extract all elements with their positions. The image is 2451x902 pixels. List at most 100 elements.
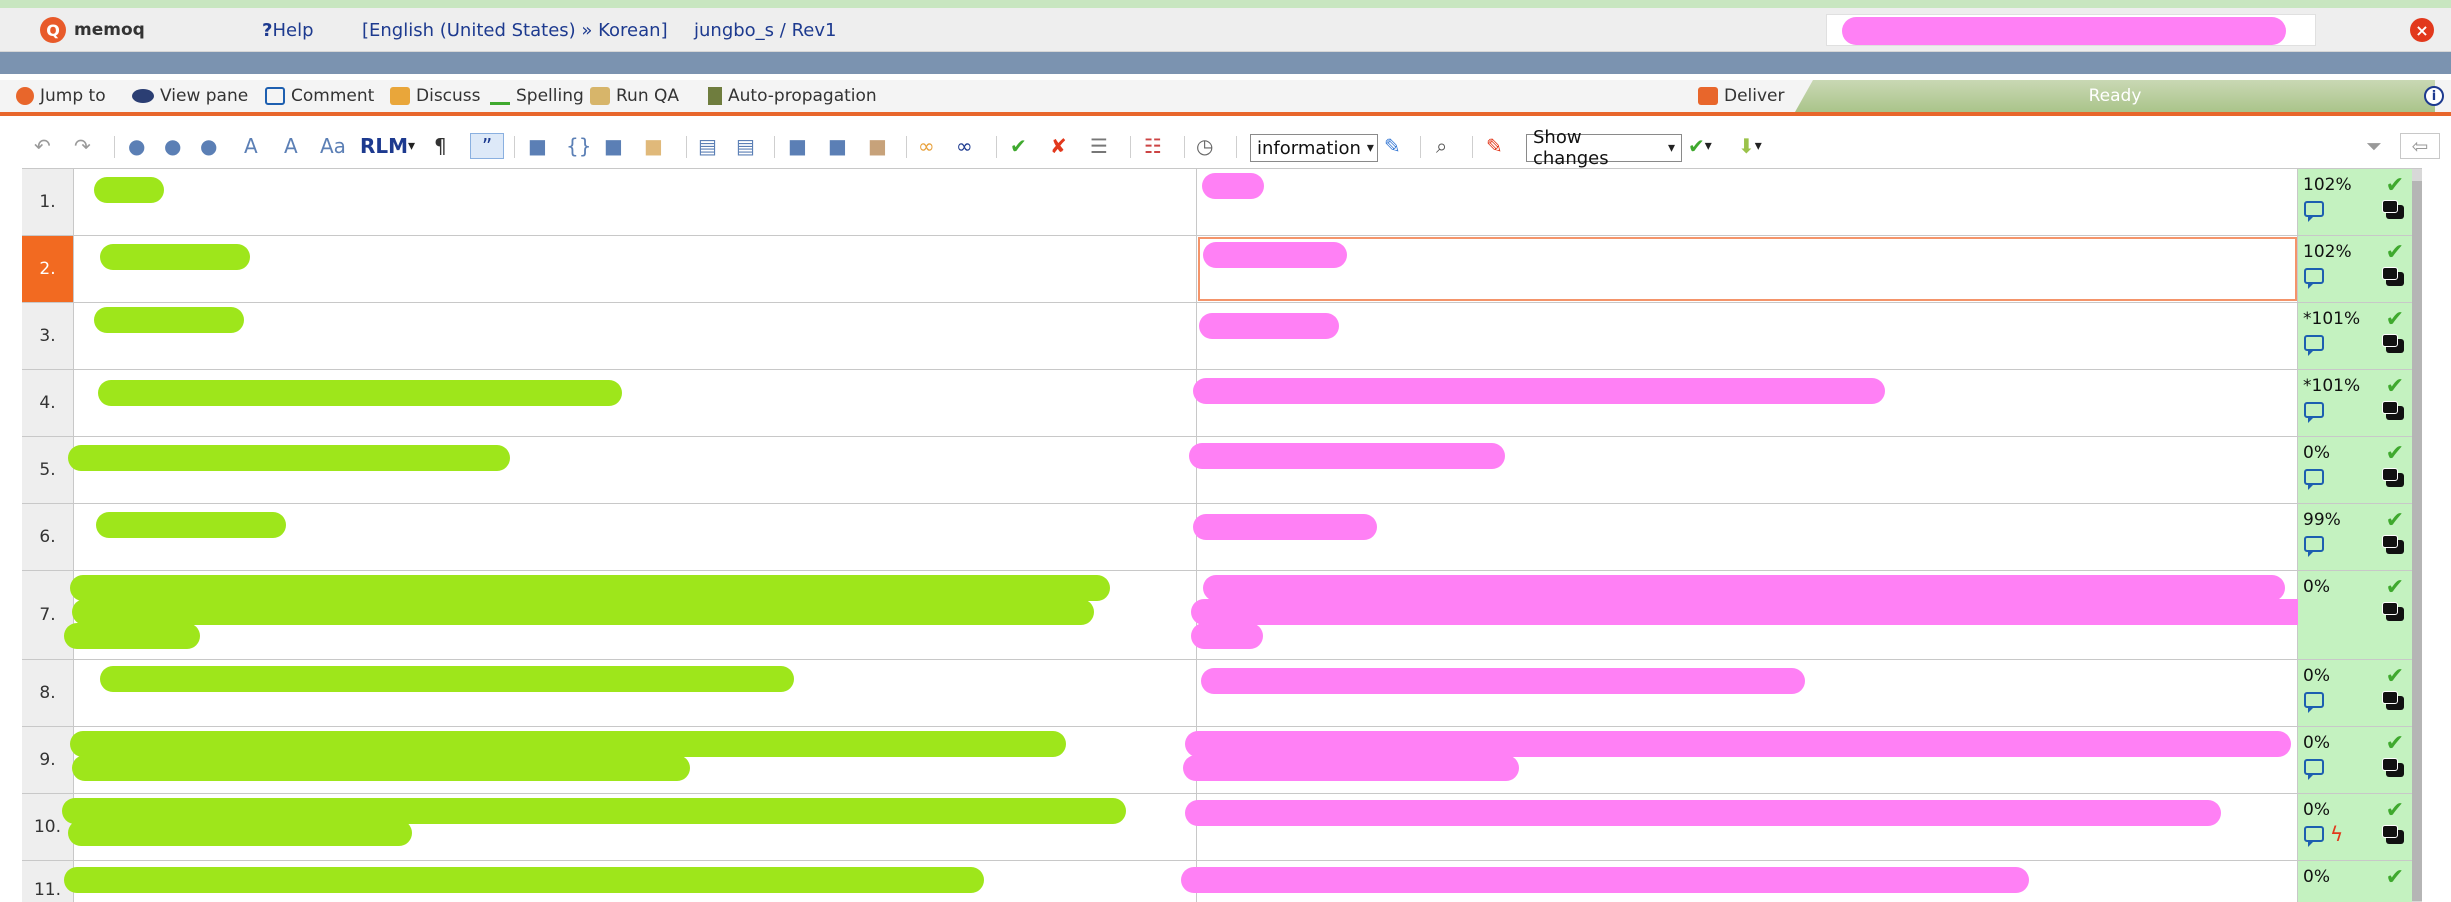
clock-document-icon[interactable]: ◷: [1196, 133, 1213, 159]
remove-tag-icon[interactable]: ■: [644, 133, 663, 159]
deliver-button[interactable]: Deliver: [1698, 86, 1785, 106]
target-cell[interactable]: [1183, 727, 2298, 793]
discussion-icon[interactable]: [2382, 758, 2404, 777]
source-cell[interactable]: [68, 437, 1197, 503]
filter-icon[interactable]: ⏷: [2366, 133, 2382, 159]
edit-document-icon[interactable]: ▤: [736, 133, 755, 159]
insert-tag-icon[interactable]: {}: [566, 133, 591, 159]
comment-icon[interactable]: [2304, 536, 2324, 557]
help-link[interactable]: ?Help: [262, 20, 314, 41]
discussion-icon[interactable]: [2382, 535, 2404, 554]
jump-to-button[interactable]: Jump to: [16, 86, 106, 106]
comment-icon[interactable]: [2304, 402, 2324, 423]
redo-icon[interactable]: ↷: [74, 133, 91, 159]
confirm-icon[interactable]: ✔: [1010, 133, 1027, 159]
case-icon[interactable]: Aa: [320, 133, 346, 159]
discussion-icon[interactable]: [2382, 825, 2404, 844]
table-row[interactable]: 10. 0% ✔ ϟ: [22, 794, 2422, 861]
underline-icon[interactable]: ●: [200, 133, 217, 159]
table-row[interactable]: 8. 0% ✔: [22, 660, 2422, 727]
show-changes-select[interactable]: Show changes ▾: [1526, 127, 1682, 169]
source-cell[interactable]: [74, 370, 1197, 436]
table-row[interactable]: 5. 0% ✔: [22, 437, 2422, 504]
source-cell[interactable]: [64, 571, 1197, 659]
table-row[interactable]: 7. 0% ✔: [22, 571, 2422, 660]
table-row[interactable]: 2. 102% ✔: [22, 236, 2422, 303]
target-cell[interactable]: [1191, 571, 2347, 659]
language-pair[interactable]: [English (United States) » Korean]: [362, 20, 668, 41]
source-cell[interactable]: [74, 303, 1197, 369]
accept-change-icon[interactable]: ✔ ▾: [1688, 133, 1712, 159]
discussion-icon[interactable]: [2382, 602, 2404, 621]
project-name[interactable]: jungbo_s / Rev1: [694, 20, 836, 41]
close-icon[interactable]: ×: [2410, 18, 2434, 42]
source-cell[interactable]: [74, 169, 1197, 235]
bold-icon[interactable]: ●: [128, 133, 145, 159]
warning-bolt-icon[interactable]: ϟ: [2330, 822, 2343, 846]
next-change-icon[interactable]: ⬇ ▾: [1738, 133, 1762, 159]
reject-icon[interactable]: ✘: [1050, 133, 1067, 159]
italic-icon[interactable]: ●: [164, 133, 181, 159]
discuss-button[interactable]: Discuss: [390, 86, 481, 106]
undo-icon[interactable]: ↶: [34, 133, 51, 159]
comment-icon[interactable]: [2304, 201, 2324, 222]
search-icon[interactable]: ⌕: [1436, 133, 1447, 159]
lock-icon[interactable]: ☰: [1090, 133, 1108, 159]
discussion-icon[interactable]: [2382, 691, 2404, 710]
discussion-icon[interactable]: [2382, 267, 2404, 286]
source-cell[interactable]: [70, 727, 1197, 793]
discussion-icon[interactable]: [2382, 401, 2404, 420]
source-cell[interactable]: [74, 504, 1197, 570]
comment-icon[interactable]: [2304, 826, 2324, 847]
copy-tag-icon[interactable]: ■: [604, 133, 623, 159]
document-icon[interactable]: ▤: [698, 133, 717, 159]
table-row[interactable]: 3. *101% ✔: [22, 303, 2422, 370]
comment-icon[interactable]: [2304, 692, 2324, 713]
comment-icon[interactable]: [2304, 268, 2324, 289]
severity-select[interactable]: information ▾: [1250, 134, 1378, 162]
comment-icon[interactable]: [2304, 335, 2324, 356]
source-cell[interactable]: [74, 236, 1197, 302]
track-changes-icon[interactable]: ✎: [1486, 133, 1503, 159]
discussion-icon[interactable]: [2382, 468, 2404, 487]
target-cell[interactable]: [1197, 236, 2298, 302]
merge-icon[interactable]: ■: [788, 133, 807, 159]
target-cell[interactable]: [1197, 169, 2298, 235]
split-icon[interactable]: ■: [828, 133, 847, 159]
discussion-icon[interactable]: [2382, 200, 2404, 219]
discussion-icon[interactable]: [2382, 334, 2404, 353]
target-cell[interactable]: [1189, 437, 2298, 503]
view-pane-button[interactable]: View pane: [132, 86, 248, 106]
quote-icon[interactable]: ”: [470, 133, 504, 159]
comment-button[interactable]: Comment: [265, 86, 374, 106]
rlm-button[interactable]: RLM ▾: [360, 133, 415, 159]
comment-icon[interactable]: [2304, 469, 2324, 490]
superscript-icon[interactable]: A: [244, 133, 258, 159]
target-cell[interactable]: [1181, 861, 2298, 902]
target-cell[interactable]: [1197, 660, 2298, 726]
link-icon[interactable]: ∞: [918, 133, 935, 159]
loop-icon[interactable]: ∞: [956, 133, 973, 159]
source-cell[interactable]: [62, 794, 1197, 860]
target-cell[interactable]: [1193, 504, 2298, 570]
scrollbar-thumb[interactable]: [2412, 181, 2422, 901]
target-cell[interactable]: [1185, 794, 2298, 860]
comment-icon[interactable]: [2304, 759, 2324, 780]
source-cell[interactable]: [64, 861, 1197, 902]
subscript-icon[interactable]: A: [284, 133, 298, 159]
filter-list-icon[interactable]: ☷: [1144, 133, 1162, 159]
spelling-button[interactable]: Spelling: [490, 86, 584, 106]
highlighter-icon[interactable]: ✎: [1384, 133, 1401, 159]
back-arrow-icon[interactable]: ⇦: [2400, 133, 2440, 159]
memoq-logo[interactable]: Q memoq: [40, 17, 145, 43]
info-icon[interactable]: i: [2424, 86, 2444, 106]
table-row[interactable]: 4. *101% ✔: [22, 370, 2422, 437]
join-icon[interactable]: ■: [868, 133, 887, 159]
pilcrow-icon[interactable]: ¶: [434, 133, 447, 159]
source-cell[interactable]: [74, 660, 1197, 726]
run-qa-button[interactable]: Run QA: [590, 86, 679, 106]
table-row[interactable]: 1. 102% ✔: [22, 169, 2422, 236]
table-row[interactable]: 6. 99% ✔: [22, 504, 2422, 571]
tag-icon[interactable]: ■: [528, 133, 547, 159]
vertical-scrollbar[interactable]: [2412, 169, 2422, 902]
